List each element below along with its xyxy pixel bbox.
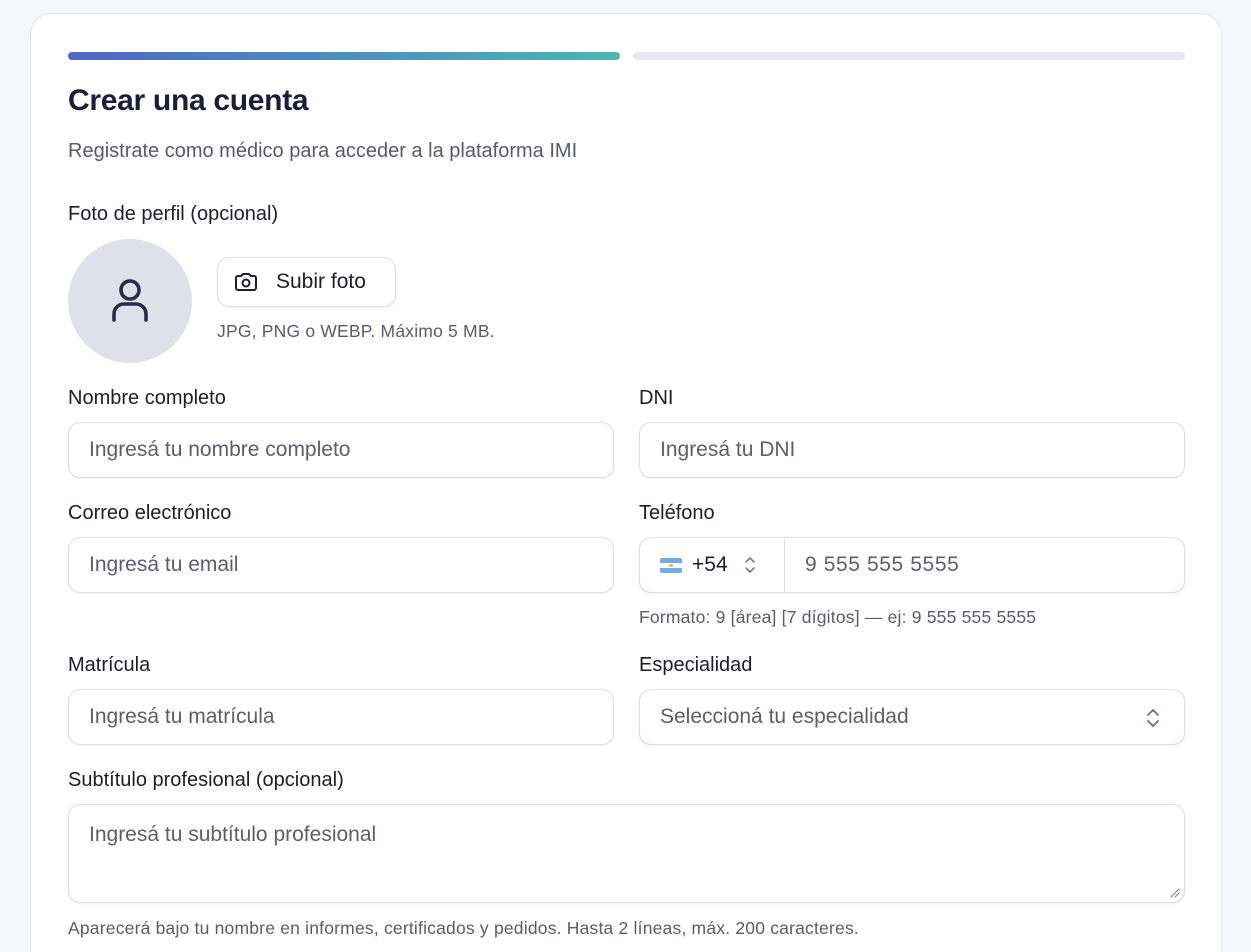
specialty-label: Especialidad (639, 654, 753, 676)
license-placeholder: Ingresá tu matrícula (89, 705, 275, 728)
chevron-up-down-icon (744, 557, 755, 573)
specialty-placeholder: Seleccioná tu especialidad (660, 705, 909, 728)
name-input[interactable]: Ingresá tu nombre completo (68, 422, 614, 478)
avatar[interactable] (68, 239, 192, 363)
dni-placeholder: Ingresá tu DNI (660, 438, 796, 461)
page-subtitle: Registrate como médico para acceder a la… (68, 140, 578, 162)
name-placeholder: Ingresá tu nombre completo (89, 438, 351, 461)
argentina-flag-icon (660, 557, 682, 573)
progress-step-1 (68, 52, 620, 60)
license-input[interactable]: Ingresá tu matrícula (68, 689, 614, 745)
dni-input[interactable]: Ingresá tu DNI (639, 422, 1185, 478)
phone-input[interactable]: 9 555 555 5555 (785, 538, 1184, 592)
signup-card: Crear una cuenta Registrate como médico … (30, 13, 1222, 952)
resize-handle-icon[interactable] (1168, 886, 1180, 898)
page-title: Crear una cuenta (68, 84, 309, 117)
photo-label: Foto de perfil (opcional) (68, 203, 279, 225)
country-code-select[interactable]: +54 (640, 538, 785, 592)
professional-subtitle-label: Subtítulo profesional (opcional) (68, 769, 344, 791)
photo-hint: JPG, PNG o WEBP. Máximo 5 MB. (217, 321, 495, 341)
camera-icon (235, 273, 257, 291)
license-label: Matrícula (68, 654, 151, 676)
country-code-value: +54 (692, 553, 728, 576)
email-input[interactable]: Ingresá tu email (68, 537, 614, 593)
dni-label: DNI (639, 387, 674, 409)
professional-subtitle-hint: Aparecerá bajo tu nombre en informes, ce… (68, 918, 859, 938)
phone-placeholder: 9 555 555 5555 (805, 553, 960, 576)
phone-hint: Formato: 9 [área] [7 dígitos] — ej: 9 55… (639, 607, 1037, 627)
step-progress (68, 52, 1185, 60)
name-label: Nombre completo (68, 387, 226, 409)
upload-photo-label: Subir foto (276, 270, 366, 293)
user-icon (112, 279, 148, 322)
email-label: Correo electrónico (68, 502, 232, 524)
chevron-up-down-icon (1147, 709, 1159, 727)
professional-subtitle-placeholder: Ingresá tu subtítulo profesional (89, 823, 377, 846)
professional-subtitle-textarea[interactable]: Ingresá tu subtítulo profesional (68, 804, 1185, 903)
phone-field: +54 9 555 555 5555 (639, 537, 1185, 593)
specialty-select[interactable]: Seleccioná tu especialidad (639, 689, 1185, 745)
upload-photo-button[interactable]: Subir foto (217, 257, 396, 307)
progress-step-2 (633, 52, 1185, 60)
email-placeholder: Ingresá tu email (89, 553, 239, 576)
phone-label: Teléfono (639, 502, 715, 524)
